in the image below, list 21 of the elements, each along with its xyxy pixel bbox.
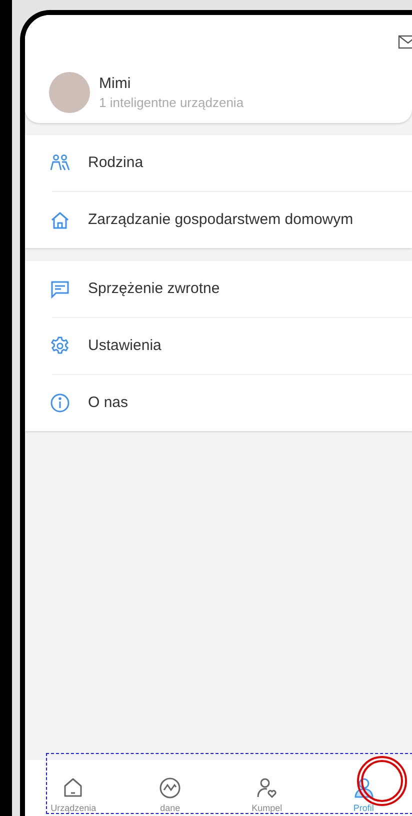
nav-tab[interactable]: Kumpel bbox=[218, 777, 316, 814]
info-icon bbox=[50, 393, 70, 413]
menu-item[interactable]: Rodzina bbox=[25, 135, 412, 191]
menu-item[interactable]: Sprzężenie zwrotne bbox=[25, 261, 412, 317]
menu-item[interactable]: Ustawienia bbox=[25, 318, 412, 374]
person-icon bbox=[352, 777, 375, 799]
device-count: 1 inteligentne urządzenia bbox=[99, 94, 244, 112]
nav-tab[interactable]: dane bbox=[122, 777, 218, 814]
settings-icon bbox=[50, 336, 70, 356]
nav-tab[interactable]: Urządzenia bbox=[25, 777, 122, 814]
people-icon bbox=[50, 154, 70, 172]
user-name: Mimi bbox=[99, 74, 132, 94]
chat-icon bbox=[50, 280, 70, 298]
home-icon bbox=[50, 210, 70, 230]
chart-icon bbox=[159, 777, 182, 799]
person-heart-icon bbox=[256, 777, 278, 799]
home-icon bbox=[62, 777, 84, 799]
menu-item[interactable]: O nas bbox=[25, 375, 412, 431]
menu-item[interactable]: Zarządzanie gospodarstwem domowym bbox=[25, 192, 412, 248]
circle-highlight bbox=[357, 756, 407, 806]
mail-icon[interactable] bbox=[398, 35, 412, 49]
